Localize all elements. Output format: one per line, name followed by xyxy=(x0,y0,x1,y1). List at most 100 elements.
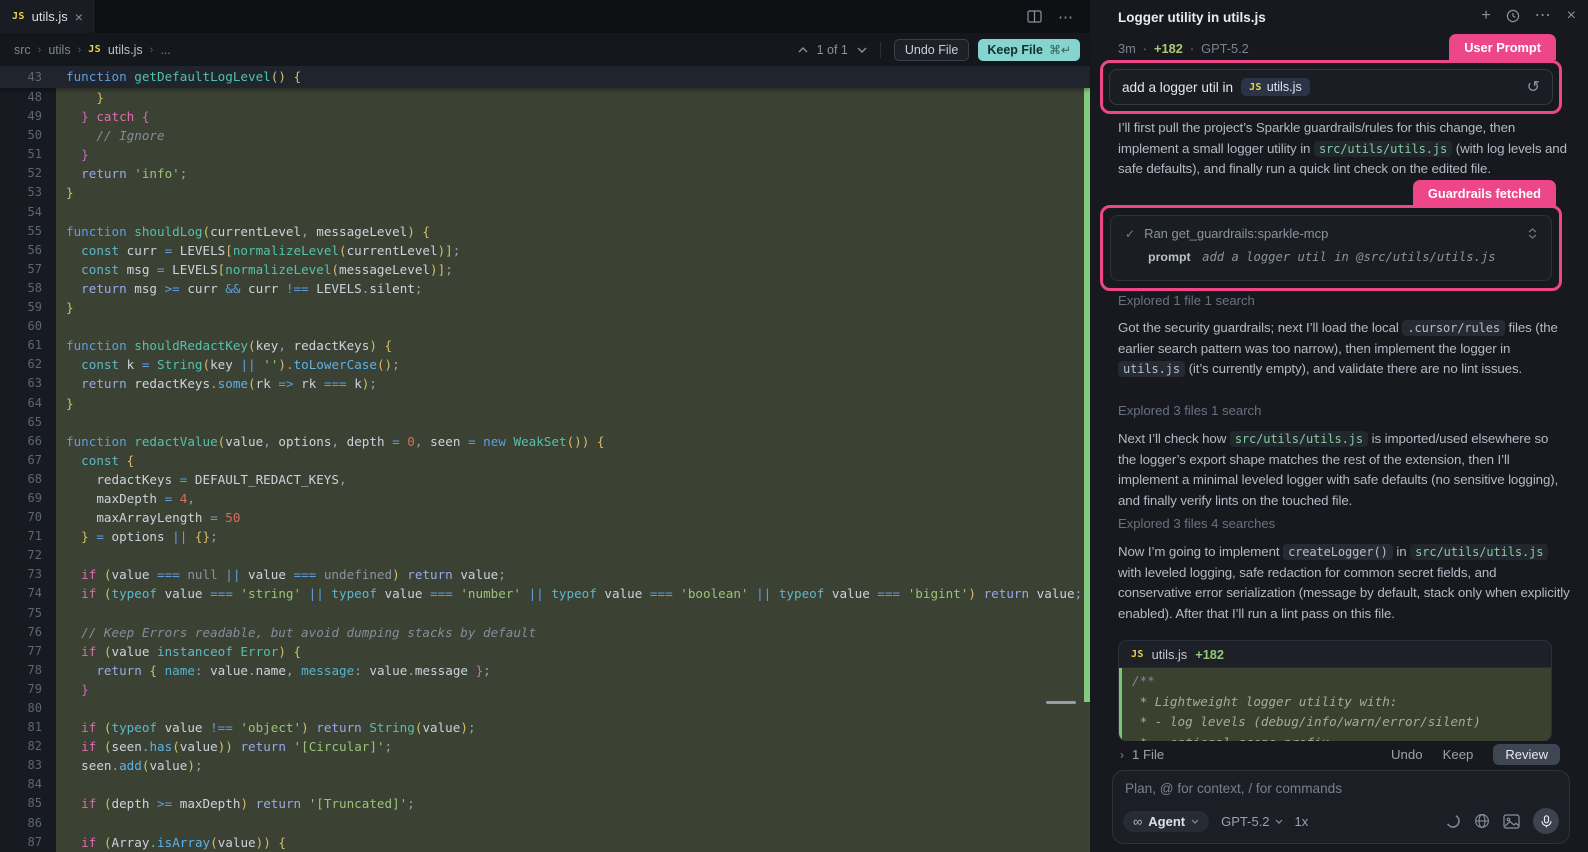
history-icon[interactable] xyxy=(1506,9,1520,23)
prev-change-icon[interactable] xyxy=(798,46,808,53)
next-change-icon[interactable] xyxy=(857,47,867,53)
files-toggle[interactable]: › 1 File xyxy=(1120,747,1164,762)
breadcrumb[interactable]: src › utils › JS utils.js › ... xyxy=(14,43,171,57)
editor-tab-bar: JS utils.js × ⋯ xyxy=(0,0,1090,33)
explored-status[interactable]: Explored 3 files 1 search xyxy=(1118,403,1261,418)
code-text: } xyxy=(56,183,1090,203)
agent-mode-selector[interactable]: ∞ Agent xyxy=(1123,810,1210,832)
js-file-icon: JS xyxy=(12,11,25,22)
line-number: 49 xyxy=(0,107,56,127)
code-line: 52 return 'info'; xyxy=(0,164,1090,184)
breadcrumb-src[interactable]: src xyxy=(14,43,31,57)
code-text: function redactValue(value, options, dep… xyxy=(56,431,1090,451)
annotation-guardrails-box: ✓ Ran get_guardrails:sparkle-mcp prompt … xyxy=(1100,205,1562,291)
code-line: 84 xyxy=(0,775,1090,795)
code-text: maxDepth = 4, xyxy=(56,488,1090,509)
line-number: 78 xyxy=(0,660,56,680)
editor-pane: JS utils.js × ⋯ src › utils › JS utils.j… xyxy=(0,0,1090,852)
editor-more-icon[interactable]: ⋯ xyxy=(1058,8,1074,26)
breadcrumb-utils[interactable]: utils xyxy=(48,43,70,57)
code-text: // Ignore xyxy=(56,126,1090,146)
line-number: 76 xyxy=(0,622,56,642)
line-number: 62 xyxy=(0,355,56,375)
code-text: seen.add(value); xyxy=(56,756,1090,776)
breadcrumb-file[interactable]: utils.js xyxy=(108,43,143,57)
code-text xyxy=(56,317,1090,337)
model-selector[interactable]: GPT-5.2 xyxy=(1221,814,1282,829)
chat-more-icon[interactable]: ⋯ xyxy=(1535,8,1552,24)
restore-checkpoint-icon[interactable]: ↺ xyxy=(1527,77,1540,97)
code-text: function shouldLog(currentLevel, message… xyxy=(56,221,1090,241)
line-number: 64 xyxy=(0,393,56,413)
code-text: if (Array.isArray(value)) { xyxy=(56,832,1090,852)
close-panel-icon[interactable]: × xyxy=(1567,8,1576,24)
code-text: } xyxy=(56,145,1090,165)
speed-multiplier[interactable]: 1x xyxy=(1295,814,1309,829)
line-number: 79 xyxy=(0,679,56,699)
undo-file-button[interactable]: Undo File xyxy=(893,38,970,61)
keep-file-button[interactable]: Keep File ⌘↵ xyxy=(978,38,1080,61)
explored-status[interactable]: Explored 3 files 4 searches xyxy=(1118,516,1275,531)
code-line: 83 seen.add(value); xyxy=(0,756,1090,776)
code-text: return msg >= curr && curr !== LEVELS.si… xyxy=(56,278,1090,299)
code-text: return redactKeys.some(rk => rk === k); xyxy=(56,374,1090,394)
tool-ran-label: Ran xyxy=(1144,226,1168,241)
code-line: 85 if (depth >= maxDepth) return '[Trunc… xyxy=(0,794,1090,814)
code-text xyxy=(56,546,1090,566)
edited-file-card[interactable]: JS utils.js +182 /** * Lightweight logge… xyxy=(1118,640,1552,742)
review-button[interactable]: Review xyxy=(1493,744,1560,765)
expand-collapse-icon[interactable] xyxy=(1528,228,1537,239)
split-editor-icon[interactable] xyxy=(1027,10,1042,23)
code-text: return 'info'; xyxy=(56,164,1090,184)
code-line: 60 xyxy=(0,317,1090,337)
line-number: 73 xyxy=(0,565,56,585)
line-number: 69 xyxy=(0,488,56,509)
line-number: 70 xyxy=(0,508,56,528)
chevron-right-icon: › xyxy=(77,43,82,56)
tab-utils-js[interactable]: JS utils.js × xyxy=(0,0,96,33)
code-line: 68 redactKeys = DEFAULT_REDACT_KEYS, xyxy=(0,469,1090,489)
file-context-chip[interactable]: JS utils.js xyxy=(1241,78,1310,96)
code-line: 75 xyxy=(0,603,1090,623)
sticky-code-text: function getDefaultLogLevel() { xyxy=(66,69,302,84)
attach-image-icon[interactable] xyxy=(1503,813,1520,829)
code-line: 65 xyxy=(0,412,1090,432)
close-tab-icon[interactable]: × xyxy=(75,10,83,24)
tab-label: utils.js xyxy=(31,9,68,24)
line-number: 59 xyxy=(0,298,56,318)
code-text: return { name: value.name, message: valu… xyxy=(56,660,1090,680)
new-chat-icon[interactable]: + xyxy=(1481,8,1490,24)
code-line: 64} xyxy=(0,393,1090,413)
divider xyxy=(879,41,881,58)
line-number: 48 xyxy=(0,88,56,108)
chat-title: Logger utility in utils.js xyxy=(1118,10,1266,25)
code-line: 74 if (typeof value === 'string' || type… xyxy=(0,584,1090,604)
line-number: 43 xyxy=(27,70,42,84)
assistant-paragraph: Next I’ll check how src/utils/utils.js i… xyxy=(1118,431,1559,509)
code-line: 87 if (Array.isArray(value)) { xyxy=(0,832,1090,852)
line-number: 84 xyxy=(0,775,56,795)
scrollbar-thumb[interactable] xyxy=(1046,701,1076,704)
line-number: 86 xyxy=(0,813,56,833)
web-search-icon[interactable] xyxy=(1474,813,1490,829)
chevron-right-icon: › xyxy=(149,43,154,56)
code-line: 77 if (value instanceof Error) { xyxy=(0,641,1090,661)
chat-input-box[interactable]: Plan, @ for context, / for commands ∞ Ag… xyxy=(1112,770,1570,844)
tool-call-card[interactable]: ✓ Ran get_guardrails:sparkle-mcp prompt … xyxy=(1110,215,1552,281)
undo-all-button[interactable]: Undo xyxy=(1391,747,1423,762)
breadcrumb-symbol[interactable]: ... xyxy=(160,43,170,57)
line-number: 57 xyxy=(0,259,56,279)
code-line: 82 if (seen.has(value)) return '[Circula… xyxy=(0,737,1090,757)
voice-input-button[interactable] xyxy=(1533,808,1559,834)
code-text xyxy=(56,412,1090,432)
line-number: 50 xyxy=(0,126,56,146)
line-number: 66 xyxy=(0,431,56,451)
diff-preview: /** * Lightweight logger utility with: *… xyxy=(1119,668,1551,741)
keep-all-button[interactable]: Keep xyxy=(1443,747,1474,762)
line-number: 81 xyxy=(0,718,56,738)
user-prompt-message[interactable]: add a logger util in JS utils.js ↺ xyxy=(1109,69,1553,105)
code-editor-content[interactable]: 48 } 49 } catch {50 // Ignore 51 } 52 retur… xyxy=(0,88,1090,852)
code-line: 51 } xyxy=(0,145,1090,165)
model-name: GPT-5.2 xyxy=(1201,41,1249,56)
explored-status[interactable]: Explored 1 file 1 search xyxy=(1118,293,1255,308)
